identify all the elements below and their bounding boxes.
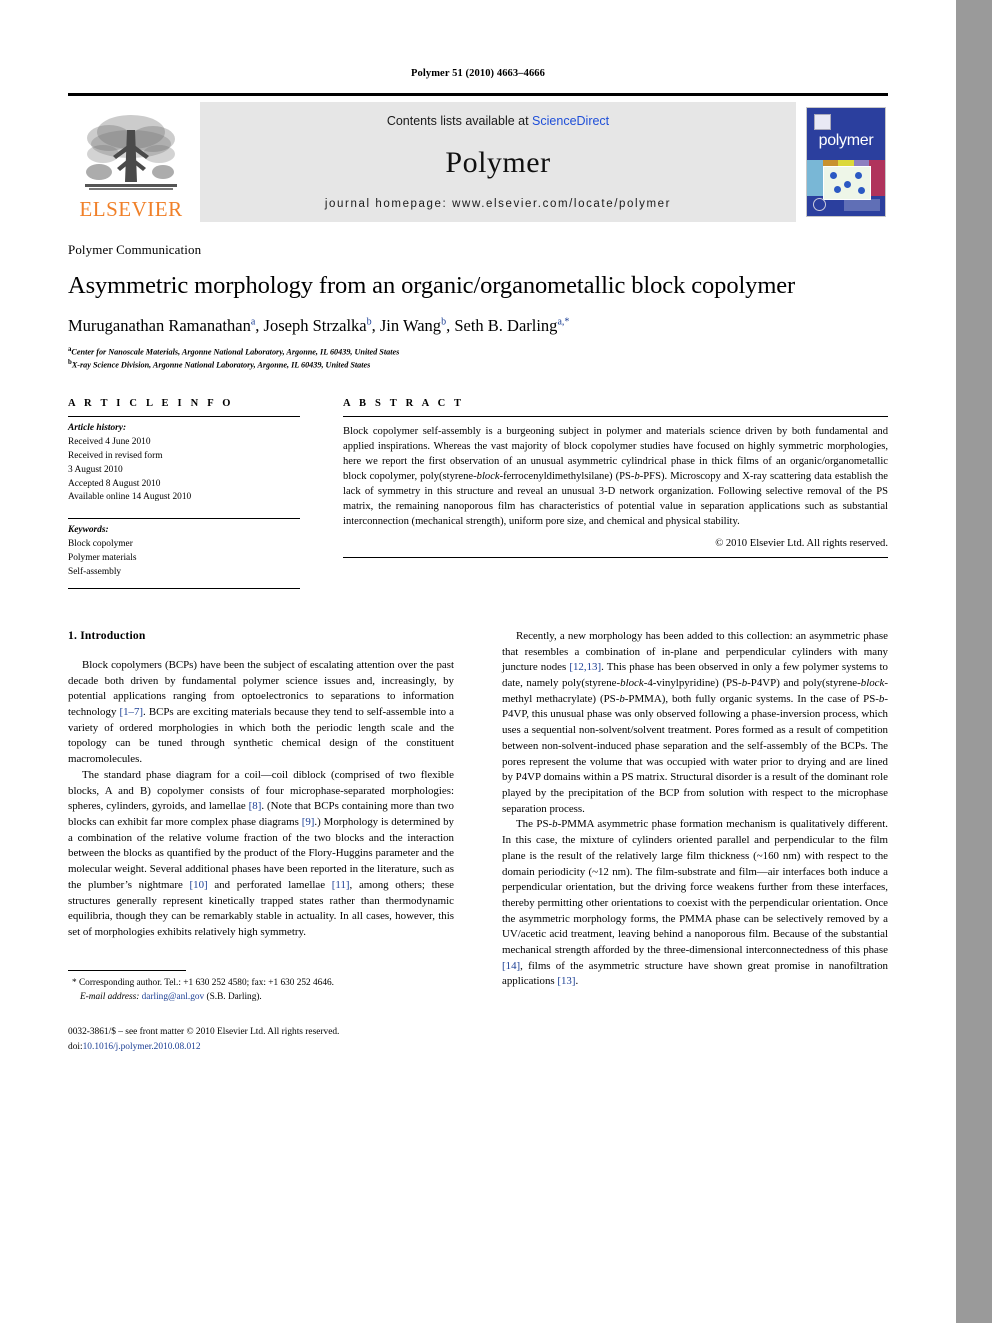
section-heading-introduction: 1. Introduction — [68, 628, 146, 642]
cover-footer-mark — [844, 199, 880, 211]
contents-list-line: Contents lists available at ScienceDirec… — [387, 114, 609, 128]
vertical-scrollbar-gutter[interactable] — [956, 0, 992, 1323]
email-owner: (S.B. Darling). — [206, 991, 262, 1002]
corresponding-author-line: * Corresponding author. Tel.: +1 630 252… — [72, 977, 334, 988]
keyword-item: Self-assembly — [68, 567, 122, 578]
journal-cover-thumbnail[interactable]: polymer — [806, 107, 886, 217]
journal-title: Polymer — [445, 146, 551, 179]
document-page: Polymer 51 (2010) 4663–4666 ELSEVIER Con… — [0, 0, 956, 1323]
affiliation-b: bX-ray Science Division, Argonne Nationa… — [68, 359, 371, 370]
imprint-line: 0032-3861/$ – see front matter © 2010 El… — [68, 1027, 340, 1038]
abstract-text: Block copolymer self-assembly is a burge… — [343, 425, 888, 528]
author-list: Muruganathan Ramanathana, Joseph Strzalk… — [68, 315, 570, 335]
email-link[interactable]: darling@anl.gov — [142, 992, 205, 1002]
history-item: 3 August 2010 — [68, 464, 123, 475]
email-line: E-mail address: darling@anl.gov (S.B. Da… — [68, 991, 454, 1005]
keywords-label: Keywords: — [68, 525, 109, 536]
imprint-block: 0032-3861/$ – see front matter © 2010 El… — [68, 1025, 454, 1054]
elsevier-wordmark: ELSEVIER — [79, 197, 183, 221]
footnote-block: * Corresponding author. Tel.: +1 630 252… — [68, 969, 454, 1055]
running-head: Polymer 51 (2010) 4663–4666 — [410, 68, 546, 79]
cover-publisher-mark — [814, 114, 831, 130]
affiliation-a: aCenter for Nanoscale Materials, Argonne… — [68, 345, 400, 357]
paragraph: Block copolymers (BCPs) have been the su… — [68, 658, 454, 766]
info-abstract-block: A R T I C L E I N F O Article history: R… — [68, 398, 888, 589]
doi-line: doi:10.1016/j.polymer.2010.08.012 — [68, 1040, 454, 1055]
sciencedirect-link[interactable]: ScienceDirect — [532, 114, 609, 128]
article-section-label: Polymer Communication — [68, 242, 202, 257]
page-title: Asymmetric morphology from an organic/or… — [68, 272, 796, 299]
page-content: Polymer 51 (2010) 4663–4666 ELSEVIER Con… — [68, 0, 888, 1055]
article-history: Article history: Received 4 June 2010 Re… — [68, 417, 300, 505]
cover-inset-figure — [823, 166, 871, 200]
left-column: 1. Introduction Block copolymers (BCPs) … — [68, 629, 454, 1055]
doi-link[interactable]: 10.1016/j.polymer.2010.08.012 — [83, 1042, 201, 1052]
keyword-item: Block copolymer — [68, 539, 133, 550]
email-label: E-mail address: — [80, 991, 140, 1002]
keywords-rule-bottom — [68, 587, 300, 589]
corresponding-author-note: * Corresponding author. Tel.: +1 630 252… — [68, 977, 454, 1005]
paragraph: The standard phase diagram for a coil—co… — [68, 768, 454, 938]
history-item: Accepted 8 August 2010 — [68, 478, 161, 489]
abstract-column: A B S T R A C T Block copolymer self-ass… — [343, 397, 888, 559]
journal-homepage-line[interactable]: journal homepage: www.elsevier.com/locat… — [325, 198, 671, 210]
paragraph: Recently, a new morphology has been adde… — [502, 629, 888, 815]
right-column: Recently, a new morphology has been adde… — [502, 629, 888, 990]
doi-label: doi: — [68, 1042, 83, 1053]
history-item: Available online 14 August 2010 — [68, 492, 192, 503]
journal-cover-block: polymer — [804, 102, 888, 222]
cover-recycle-mark — [813, 198, 826, 211]
journal-banner: Contents lists available at ScienceDirec… — [200, 102, 796, 222]
abstract-heading: A B S T R A C T — [343, 397, 465, 409]
footnote-rule — [68, 969, 186, 971]
abstract-rule-bottom — [343, 557, 888, 559]
article-history-label: Article history: — [68, 422, 127, 433]
contents-prefix: Contents lists available at — [386, 114, 533, 128]
elsevier-tree-icon — [85, 115, 177, 190]
article-info-column: A R T I C L E I N F O Article history: R… — [68, 398, 300, 589]
keywords-block: Keywords: Block copolymer Polymer materi… — [68, 519, 300, 580]
abstract-copyright: © 2010 Elsevier Ltd. All rights reserved… — [715, 538, 888, 550]
journal-masthead: ELSEVIER Contents lists available at Sci… — [68, 93, 888, 222]
article-info-heading: A R T I C L E I N F O — [68, 397, 234, 409]
history-item: Received in revised form — [68, 450, 163, 461]
body-columns: 1. Introduction Block copolymers (BCPs) … — [68, 629, 888, 1055]
affiliations: aCenter for Nanoscale Materials, Argonne… — [68, 345, 888, 372]
publisher-logo: ELSEVIER — [68, 102, 194, 222]
cover-title: polymer — [818, 132, 874, 149]
keyword-item: Polymer materials — [68, 553, 137, 564]
history-item: Received 4 June 2010 — [68, 436, 151, 447]
paragraph: The PS-b-PMMA asymmetric phase formation… — [502, 818, 888, 988]
